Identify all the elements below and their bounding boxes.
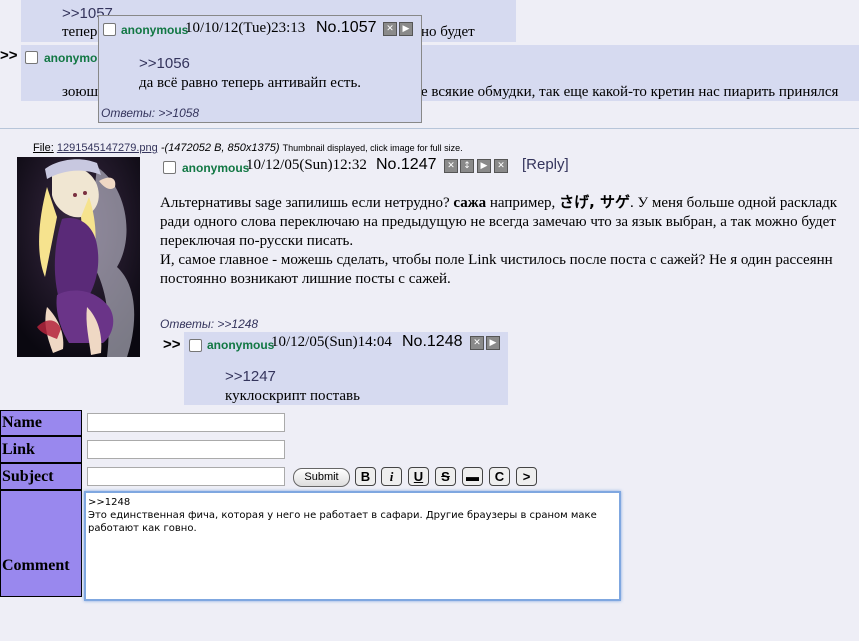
replies-list: Ответы: >>1058 [101,106,199,120]
post-checkbox[interactable] [163,161,176,174]
message-bold-text: сажа [453,195,487,211]
message-line: Альтернативы sage запилишь если нетрудно… [160,193,837,213]
quote-button[interactable]: > [516,467,537,486]
poster-name: anonymous [121,23,189,37]
message-text: . У меня больше одной раскладк [629,195,838,211]
post-date: 10/12/05(Sun)12:32 [246,157,367,173]
post-number[interactable]: No.1057 [316,19,377,37]
submit-button[interactable]: Submit [293,468,350,487]
comment-text-line: работают как говно. [88,523,197,534]
message-line: переключая по-русски писать. [160,233,354,249]
comment-text-line: >>1248 [88,497,131,508]
spoiler-button[interactable]: ▬ [462,467,483,486]
quote-link[interactable]: >>1056 [139,55,190,72]
post-text-fragment: но будет [421,24,475,40]
message-line: ради одного слова переключаю на предыдущ… [160,214,836,230]
reply-arrow: >> [163,336,181,353]
thread-divider [0,128,859,129]
hide-post-icon[interactable]: ✕ [470,336,484,350]
thumbnail-note: Thumbnail displayed, click image for ful… [282,143,463,153]
underline-button[interactable]: U [408,467,429,486]
post-checkbox[interactable] [189,339,202,352]
close-icon[interactable]: ✕ [494,159,508,173]
file-name-link[interactable]: 1291545147279.png [57,142,158,154]
link-field[interactable] [87,440,285,459]
play-icon[interactable]: ▶ [477,159,491,173]
hide-post-icon[interactable]: ✕ [444,159,458,173]
bold-button[interactable]: B [355,467,376,486]
reply-link[interactable]: [Reply] [522,156,569,173]
message-line: постоянно возникают лишние посты с сажей… [160,271,451,287]
reply-link[interactable]: >>1058 [158,106,199,120]
post-text-fragment: е всякие обмудки, так еще какой-то крети… [421,84,839,100]
name-label: Name [0,410,82,436]
post-date: 10/12/05(Sun)14:04 [271,334,392,350]
op-thumbnail-image[interactable] [17,157,140,357]
subject-label: Subject [0,463,82,490]
subject-field[interactable] [87,467,285,486]
expand-thread-icon[interactable]: ↕ [460,159,474,173]
post-date: 10/10/12(Tue)23:13 [185,20,306,36]
op-message: Альтернативы sage запилишь если нетрудно… [160,193,837,289]
file-info-suffix: ) [275,142,280,154]
post-number[interactable]: No.1248 [402,333,463,351]
post-message: да всё равно теперь антивайп есть. [139,75,362,91]
post-message: куклоскрипт поставь [225,388,360,404]
file-info-prefix: -( [157,142,169,154]
replies-list: Ответы: >>1248 [160,317,258,331]
play-icon[interactable]: ▶ [486,336,500,350]
code-button[interactable]: C [489,467,510,486]
post-text-fragment: зоюш [62,84,99,100]
message-line: И, самое главное - можешь сделать, чтобы… [160,252,833,268]
file-label: File: [33,142,54,154]
poster-name: anonymous [207,338,275,352]
italic-button[interactable]: i [381,467,402,486]
strike-button[interactable]: S [435,467,456,486]
poster-name: anonymous [182,161,250,175]
replies-label: Ответы: [160,317,215,331]
file-details: 1472052 B, 850x1375 [168,142,276,154]
file-info: File: 1291545147279.png -(1472052 B, 850… [33,142,463,154]
post-checkbox[interactable] [25,51,38,64]
reply-link[interactable]: >>1248 [217,317,258,331]
message-text: например, [486,195,560,211]
reply-arrow: >> [0,47,18,64]
comment-label: Comment [0,490,82,597]
replies-label: Ответы: [101,106,156,120]
post-number[interactable]: No.1247 [376,156,437,174]
post-checkbox[interactable] [103,23,116,36]
quote-link[interactable]: >>1247 [225,368,276,385]
play-icon[interactable]: ▶ [399,22,413,36]
link-label: Link [0,436,82,463]
comment-text-line: Это единственная фича, которая у него не… [88,510,597,521]
comment-textarea[interactable]: >>1248 Это единственная фича, которая у … [84,491,621,601]
name-field[interactable] [87,413,285,432]
message-text: Альтернативы sage запилишь если нетрудно… [160,195,454,211]
hide-post-icon[interactable]: ✕ [383,22,397,36]
post-text-fragment: тепер [62,24,98,40]
message-japanese-text: さげ, サゲ [559,193,630,211]
